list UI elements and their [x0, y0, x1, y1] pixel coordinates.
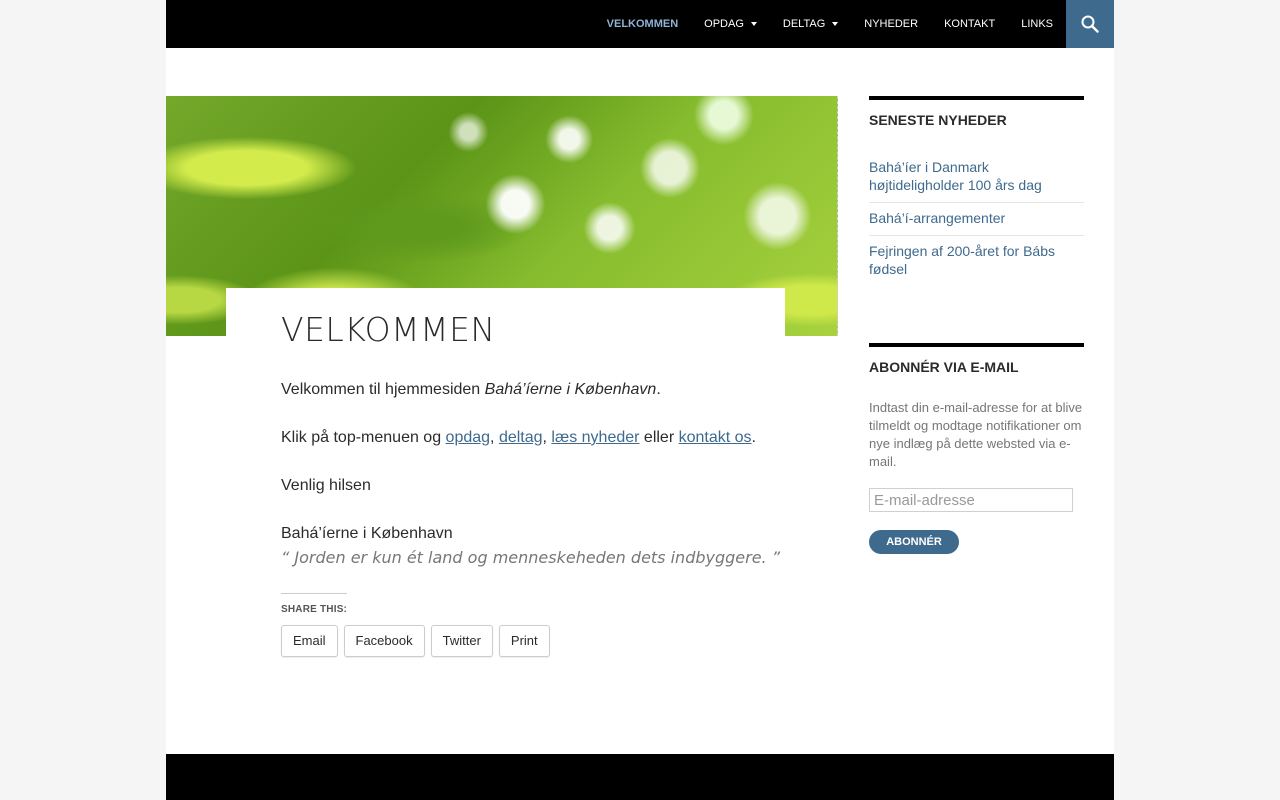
nav-item-label: NYHEDER [864, 18, 919, 30]
welcome-paragraph: Velkommen til hjemmesiden Bahá’íerne i K… [281, 378, 781, 402]
news-item[interactable]: Bahá’í-arrangementer [869, 203, 1084, 236]
link-opdag[interactable]: opdag [446, 429, 491, 446]
widget-title: SENESTE NYHEDER [869, 112, 1007, 128]
site-container: VELKOMMEN OPDAG DELTAG NYHEDER KONTAKT L… [166, 0, 1114, 800]
nav-item-velkommen[interactable]: VELKOMMEN [594, 0, 692, 48]
menu-text-end: . [751, 429, 756, 446]
nav-item-label: VELKOMMEN [606, 18, 679, 30]
menu-text-mid: eller [639, 429, 679, 446]
search-toggle-button[interactable] [1066, 0, 1114, 48]
news-list: Bahá’íer i Danmark højtideligholder 100 … [869, 152, 1084, 286]
caret-down-icon [832, 22, 839, 26]
news-item[interactable]: Bahá’íer i Danmark højtideligholder 100 … [869, 152, 1084, 203]
subscribe-description: Indtast din e-mail-adresse for at blive … [869, 400, 1083, 469]
nav-item-links[interactable]: LINKS [1008, 0, 1066, 48]
welcome-end: . [656, 381, 661, 398]
nav-item-deltag[interactable]: DELTAG [770, 0, 851, 48]
greeting-paragraph: Venlig hilsen [281, 477, 371, 494]
nav-item-label: LINKS [1021, 18, 1053, 30]
nav-item-label: DELTAG [782, 18, 826, 30]
share-print-button[interactable]: Print [498, 625, 550, 657]
subscribe-widget: ABONNÉR VIA E-MAIL Indtast din e-mail-ad… [869, 343, 1084, 554]
menu-paragraph: Klik på top-menuen og opdag, deltag, læs… [281, 426, 781, 450]
site-footer [166, 754, 1114, 800]
primary-navigation: VELKOMMEN OPDAG DELTAG NYHEDER KONTAKT L… [594, 0, 1066, 48]
link-deltag[interactable]: deltag [499, 429, 543, 446]
welcome-text: Velkommen til hjemmesiden [281, 381, 485, 398]
separator: , [490, 429, 499, 446]
share-label: SHARE THIS: [281, 593, 348, 615]
nav-item-kontakt[interactable]: KONTAKT [931, 0, 1008, 48]
link-nyheder[interactable]: læs nyheder [551, 429, 639, 446]
quote: “ Jorden er kun ét land og menneskeheden… [281, 548, 781, 567]
subscribe-button[interactable]: ABONNÉR [869, 530, 959, 554]
share-facebook-button[interactable]: Facebook [343, 625, 425, 657]
caret-down-icon [750, 22, 757, 26]
page-title: VELKOMMEN [281, 310, 496, 349]
link-kontakt[interactable]: kontakt os [679, 429, 752, 446]
nav-item-label: OPDAG [704, 18, 744, 30]
nav-item-nyheder[interactable]: NYHEDER [851, 0, 931, 48]
share-email-button[interactable]: Email [281, 625, 338, 657]
nav-item-opdag[interactable]: OPDAG [691, 0, 770, 48]
share-section: SHARE THIS: Email Facebook Twitter Print [281, 570, 781, 657]
news-item[interactable]: Fejringen af 200-året for Bábs fødsel [869, 236, 1084, 286]
menu-text-start: Klik på top-menuen og [281, 429, 446, 446]
nav-item-label: KONTAKT [944, 18, 996, 30]
widget-title: ABONNÉR VIA E-MAIL [869, 359, 1019, 375]
signature-paragraph: Bahá’íerne i København [281, 525, 453, 542]
share-twitter-button[interactable]: Twitter [430, 625, 493, 657]
share-buttons: Email Facebook Twitter Print [281, 625, 781, 657]
sidebar: SENESTE NYHEDER Bahá’íer i Danmark højti… [869, 96, 1084, 554]
entry-article: VELKOMMEN Velkommen til hjemmesiden Bahá… [281, 306, 781, 657]
email-field[interactable] [869, 488, 1073, 512]
recent-news-widget: SENESTE NYHEDER Bahá’íer i Danmark højti… [869, 96, 1084, 286]
welcome-emphasis: Bahá’íerne i København [484, 381, 657, 398]
search-icon [1081, 15, 1099, 33]
site-header: VELKOMMEN OPDAG DELTAG NYHEDER KONTAKT L… [166, 0, 1114, 48]
